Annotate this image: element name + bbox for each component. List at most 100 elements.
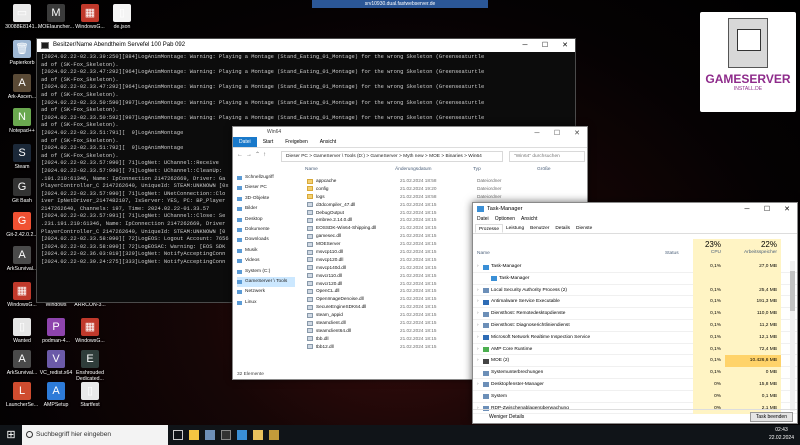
taskmgr-icon[interactable]	[234, 425, 250, 445]
file-row[interactable]: OpenCL.dll 21.02.2024 18:15	[305, 287, 473, 295]
expand-chevron-icon[interactable]: ›	[477, 355, 479, 367]
nav-item[interactable]: Videos	[237, 256, 295, 266]
col-name[interactable]: Name	[477, 251, 490, 256]
process-row[interactable]: › MOE (2) 0,1% 10.426,6 MB	[473, 355, 797, 368]
file-row[interactable]: d3dcompiler_47.dll 21.02.2024 18:15	[305, 201, 473, 209]
scrollbar[interactable]	[790, 261, 795, 411]
desktop-icon[interactable]: ▯ de.json	[100, 2, 144, 42]
file-row[interactable]: gamesec.dll 21.02.2024 18:15	[305, 232, 473, 240]
file-row[interactable]: msvcr110.dll 21.02.2024 18:15	[305, 272, 473, 280]
rdp-connection-bar[interactable]: srv10930.dual.fastwebserver.de	[312, 0, 488, 8]
task-view-icon[interactable]	[170, 425, 186, 445]
maximize-button[interactable]: ☐	[757, 203, 777, 216]
address-bar[interactable]: Dieser PC > GameServer \ Tools (D:) > Ga…	[281, 151, 503, 162]
file-row[interactable]: steamclient.dll 21.02.2024 18:15	[305, 319, 473, 327]
ribbon-tab[interactable]: Start	[257, 137, 280, 147]
process-row[interactable]: › Diensthost: Remotedesktopdienste 0,1% 110…	[473, 308, 797, 320]
taskmgr-tab[interactable]: Leistung	[503, 224, 527, 233]
file-row[interactable]: msvcr120.dll 21.02.2024 18:15	[305, 280, 473, 288]
process-row[interactable]: › Microsoft Network Realtime Inspection S…	[473, 331, 797, 344]
minimize-button[interactable]: ─	[515, 39, 535, 52]
clock[interactable]: 02:43 22.02.2024	[769, 426, 794, 442]
maximize-button[interactable]: ☐	[547, 127, 567, 140]
process-row[interactable]: › Task-Manager 0,1% 27,0 MB	[473, 261, 797, 273]
menu-item[interactable]: Datei	[477, 216, 489, 222]
column-header[interactable]: Größe	[537, 165, 577, 175]
file-row[interactable]: steam_appid 21.02.2024 18:15	[305, 311, 473, 319]
fewer-details-link[interactable]: Weniger Details	[489, 414, 524, 420]
taskmgr-tab[interactable]: Prozesse	[475, 224, 503, 233]
column-header[interactable]: Typ	[473, 165, 537, 175]
expand-chevron-icon[interactable]: ›	[477, 379, 479, 391]
close-button[interactable]: ✕	[555, 39, 575, 52]
nav-item[interactable]: Linux	[237, 298, 295, 308]
nav-item[interactable]: Dieser PC	[237, 183, 295, 193]
minimize-button[interactable]: ─	[737, 203, 757, 216]
file-row[interactable]: EOSSDK-Win64-Shipping.dll 21.02.2024 18:1…	[305, 224, 473, 232]
nav-item[interactable]: Netzwerk	[237, 287, 295, 297]
process-row[interactable]: › AMP Core Runtime 0,1% 72,4 MB	[473, 343, 797, 356]
nav-item[interactable]: Desktop	[237, 215, 295, 225]
file-row[interactable]: steamclient64.dll 21.02.2024 18:15	[305, 327, 473, 335]
task-manager-window[interactable]: Task-Manager ─ ☐ ✕ Datei Optionen Ansicht …	[472, 202, 798, 424]
ribbon-tab[interactable]: Freigeben	[279, 137, 314, 147]
minimize-button[interactable]: ─	[527, 127, 547, 140]
file-row[interactable]: config 21.02.2024 19:20	[305, 185, 473, 193]
process-row[interactable]: › Desktopfenster-Manager 0% 15,8 MB	[473, 378, 797, 391]
nav-item[interactable]: Dokumente	[237, 225, 295, 235]
nav-item[interactable]: Musik	[237, 246, 295, 256]
ribbon-tab[interactable]: Datei	[233, 137, 257, 147]
column-header[interactable]: Änderungsdatum	[395, 165, 473, 175]
expand-chevron-icon[interactable]: ›	[477, 320, 479, 332]
nav-item[interactable]: Bilder	[237, 204, 295, 214]
end-task-button[interactable]: Task beenden	[749, 412, 793, 422]
col-status[interactable]: Status	[665, 251, 679, 256]
nav-item[interactable]: Schnellzugriff	[237, 173, 295, 183]
console-titlebar[interactable]: Besitzer/Name Abendtheim Servefel 100 Pa…	[37, 39, 575, 52]
process-row[interactable]: › Local Security Authority Process (2) 0,1…	[473, 284, 797, 297]
console-icon[interactable]	[218, 425, 234, 445]
process-row[interactable]: Task-Manager	[473, 272, 797, 285]
process-row[interactable]: › Antimalware Service Executable 0,1% 191,3…	[473, 296, 797, 309]
expand-chevron-icon[interactable]: ›	[477, 344, 479, 356]
col-cpu[interactable]: 23% CPU	[693, 239, 725, 261]
menu-item[interactable]: Optionen	[495, 216, 515, 222]
file-row[interactable]: tbb.dll 21.02.2024 18:15	[305, 335, 473, 343]
nav-arrows[interactable]: ←→⌃↑	[237, 151, 269, 158]
expand-chevron-icon[interactable]: ›	[477, 296, 479, 308]
explorer-window-icon[interactable]	[250, 425, 266, 445]
file-row[interactable]: msvcp110.dll 21.02.2024 18:15	[305, 248, 473, 256]
nav-item[interactable]: 3D-Objekte	[237, 194, 295, 204]
file-row[interactable]: msvcp120.dll 21.02.2024 18:15	[305, 256, 473, 264]
taskmgr-tab[interactable]: Details	[552, 224, 573, 233]
nav-item[interactable]: Downloads	[237, 235, 295, 245]
maximize-button[interactable]: ☐	[535, 39, 555, 52]
server-manager-icon[interactable]	[202, 425, 218, 445]
close-button[interactable]: ✕	[567, 127, 587, 140]
search-input[interactable]: "Win64" durchsuchen	[509, 151, 585, 162]
file-row[interactable]: OpenImageDenoise.dll 21.02.2024 18:15	[305, 295, 473, 303]
expand-chevron-icon[interactable]: ›	[477, 332, 479, 344]
nav-item[interactable]: System (C:)	[237, 267, 295, 277]
file-row[interactable]: tbb12.dll 21.02.2024 18:15	[305, 343, 473, 351]
desktop-icon[interactable]: ▯ Startfest	[68, 380, 112, 420]
file-row[interactable]: MOEServer 21.02.2024 18:15	[305, 240, 473, 248]
close-button[interactable]: ✕	[777, 203, 797, 216]
taskmgr-tab[interactable]: Dienste	[573, 224, 595, 233]
expand-chevron-icon[interactable]: ›	[477, 308, 479, 320]
taskmgr-tab[interactable]: Benutzer	[527, 224, 552, 233]
process-row[interactable]: › Diensthost: Diagnoserichtliniendienst 0,…	[473, 319, 797, 332]
explorer-titlebar[interactable]: Win64 ─ ☐ ✕	[233, 127, 587, 137]
expand-chevron-icon[interactable]: ›	[477, 261, 479, 273]
process-row[interactable]: System 0% 0,1 MB	[473, 390, 797, 403]
start-button[interactable]: ⊞	[0, 425, 22, 445]
file-row[interactable]: logs 21.02.2024 18:58	[305, 193, 473, 201]
menu-item[interactable]: Ansicht	[521, 216, 537, 222]
col-memory[interactable]: 22% Arbeitsspeicher	[725, 239, 781, 261]
nav-item[interactable]: GameServer \ Tools	[237, 276, 295, 288]
ribbon-tab[interactable]: Ansicht	[314, 137, 342, 147]
moe-icon[interactable]	[266, 425, 282, 445]
taskmgr-titlebar[interactable]: Task-Manager ─ ☐ ✕	[473, 203, 797, 215]
file-row[interactable]: embree.2.14.0.dll 21.02.2024 18:15	[305, 216, 473, 224]
file-row[interactable]: msvcp140d.dll 21.02.2024 18:15	[305, 264, 473, 272]
